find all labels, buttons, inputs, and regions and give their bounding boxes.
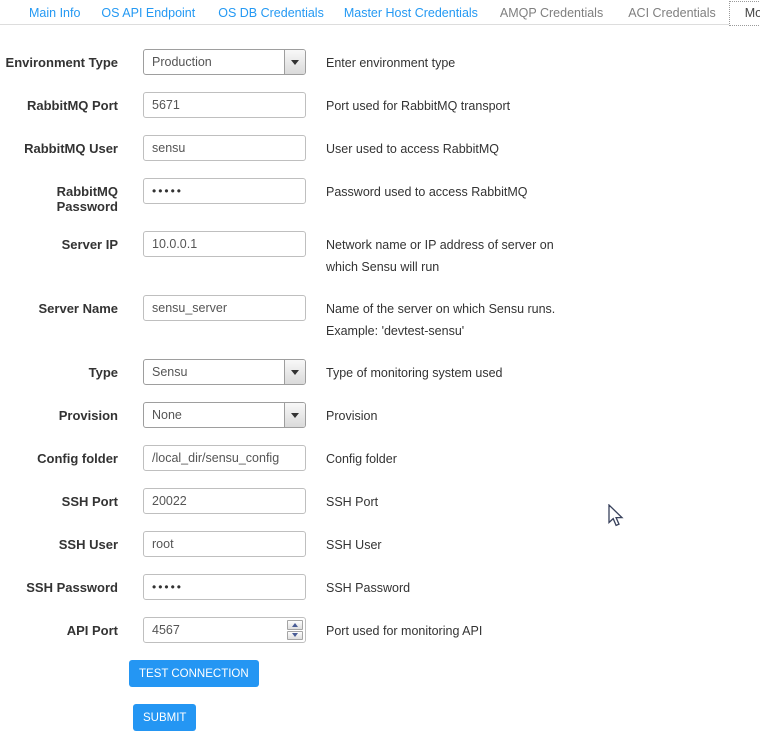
field-help: SSH User	[326, 531, 566, 556]
tab-master-host-credentials[interactable]: Master Host Credentials	[344, 6, 478, 20]
form-row-server-ip: Server IP Network name or IP address of s…	[0, 231, 760, 278]
form-row-ssh-user: SSH User SSH User	[0, 531, 760, 557]
tab-main-info[interactable]: Main Info	[29, 6, 80, 20]
form-row-rabbitmq-password: RabbitMQ Password Password used to access…	[0, 178, 760, 214]
environment-type-select[interactable]: Production	[143, 49, 306, 75]
rabbitmq-user-input[interactable]	[143, 135, 306, 161]
field-label: Server IP	[0, 231, 118, 252]
field-label: SSH Port	[0, 488, 118, 509]
monitoring-form: Environment Type Production Enter environm…	[0, 49, 760, 643]
field-label: Server Name	[0, 295, 118, 316]
tab-os-db-credentials[interactable]: OS DB Credentials	[218, 6, 324, 20]
field-help: Provision	[326, 402, 566, 427]
server-ip-input[interactable]	[143, 231, 306, 257]
ssh-port-input[interactable]	[143, 488, 306, 514]
field-help: Port used for monitoring API	[326, 617, 566, 642]
tab-bar: Main Info OS API Endpoint OS DB Credential…	[0, 0, 760, 25]
field-label: RabbitMQ User	[0, 135, 118, 156]
field-label: Config folder	[0, 445, 118, 466]
field-label: RabbitMQ Port	[0, 92, 118, 113]
number-spinner[interactable]	[287, 620, 303, 640]
spinner-down-icon[interactable]	[287, 631, 303, 641]
chevron-down-icon[interactable]	[284, 403, 305, 427]
form-row-server-name: Server Name Name of the server on which S…	[0, 295, 760, 342]
config-folder-input[interactable]	[143, 445, 306, 471]
tab-amqp-credentials[interactable]: AMQP Credentials	[500, 6, 603, 20]
form-row-environment-type: Environment Type Production Enter environm…	[0, 49, 760, 75]
form-row-api-port: API Port Port used for monitoring API	[0, 617, 760, 643]
form-row-ssh-password: SSH Password SSH Password	[0, 574, 760, 600]
chevron-down-icon[interactable]	[284, 360, 305, 384]
field-help: Network name or IP address of server on …	[326, 231, 566, 278]
field-help: Name of the server on which Sensu runs. …	[326, 295, 566, 342]
field-label: RabbitMQ Password	[0, 178, 118, 214]
form-row-provision: Provision None Provision	[0, 402, 760, 428]
selected-value: Production	[144, 55, 284, 69]
field-help: Port used for RabbitMQ transport	[326, 92, 566, 117]
field-label: Environment Type	[0, 49, 118, 70]
field-label: Type	[0, 359, 118, 380]
field-help: Type of monitoring system used	[326, 359, 566, 384]
form-row-type: Type Sensu Type of monitoring system used	[0, 359, 760, 385]
tab-aci-credentials[interactable]: ACI Credentials	[628, 6, 716, 20]
selected-value: Sensu	[144, 365, 284, 379]
ssh-user-input[interactable]	[143, 531, 306, 557]
provision-select[interactable]: None	[143, 402, 306, 428]
rabbitmq-port-input[interactable]	[143, 92, 306, 118]
field-label: Provision	[0, 402, 118, 423]
api-port-input[interactable]	[143, 617, 306, 643]
submit-button[interactable]: SUBMIT	[133, 704, 196, 731]
tab-os-api-endpoint[interactable]: OS API Endpoint	[101, 6, 195, 20]
form-row-rabbitmq-port: RabbitMQ Port Port used for RabbitMQ tran…	[0, 92, 760, 118]
rabbitmq-password-input[interactable]	[143, 178, 306, 204]
field-label: SSH User	[0, 531, 118, 552]
spinner-up-icon[interactable]	[287, 620, 303, 630]
server-name-input[interactable]	[143, 295, 306, 321]
form-row-config-folder: Config folder Config folder	[0, 445, 760, 471]
form-row-rabbitmq-user: RabbitMQ User User used to access RabbitM…	[0, 135, 760, 161]
test-connection-button[interactable]: TEST CONNECTION	[129, 660, 259, 687]
ssh-password-input[interactable]	[143, 574, 306, 600]
form-row-ssh-port: SSH Port SSH Port	[0, 488, 760, 514]
field-help: SSH Password	[326, 574, 566, 599]
type-select[interactable]: Sensu	[143, 359, 306, 385]
selected-value: None	[144, 408, 284, 422]
field-help: Password used to access RabbitMQ	[326, 178, 566, 203]
field-help: Config folder	[326, 445, 566, 470]
chevron-down-icon[interactable]	[284, 50, 305, 74]
field-help: Enter environment type	[326, 49, 566, 74]
field-help: User used to access RabbitMQ	[326, 135, 566, 160]
field-label: SSH Password	[0, 574, 118, 595]
tab-monitoring[interactable]: Monitoring	[729, 1, 760, 26]
field-help: SSH Port	[326, 488, 566, 513]
field-label: API Port	[0, 617, 118, 638]
